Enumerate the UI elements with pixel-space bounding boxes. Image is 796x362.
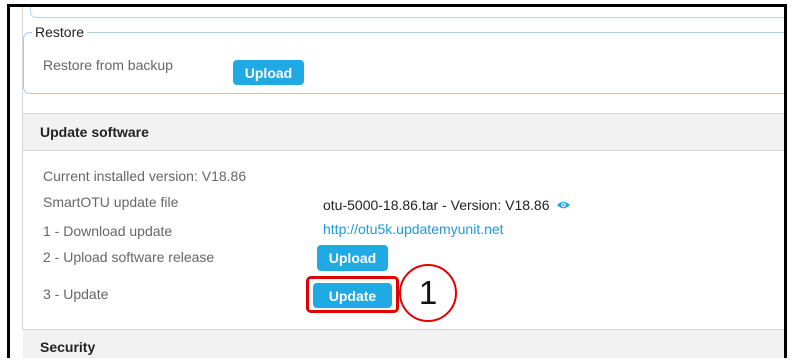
- current-version-text: Current installed version: V18.86: [43, 168, 247, 184]
- update-file-value: otu-5000-18.86.tar - Version: V18.86: [323, 196, 571, 214]
- software-upload-button[interactable]: Upload: [317, 245, 388, 271]
- update-highlight-box: [306, 276, 399, 313]
- upload-software-label: 2 - Upload software release: [43, 249, 215, 265]
- restore-upload-button[interactable]: Upload: [233, 60, 304, 85]
- screenshot-frame: Restore Restore from backup Upload Updat…: [7, 4, 787, 358]
- update-step-label: 3 - Update: [43, 286, 109, 302]
- update-software-title: Update software: [40, 124, 149, 140]
- restore-legend: Restore: [32, 23, 88, 41]
- security-header: Security: [23, 329, 784, 358]
- download-update-link[interactable]: http://otu5k.updatemyunit.net: [323, 220, 504, 238]
- restore-from-backup-label: Restore from backup: [43, 57, 173, 73]
- eye-icon[interactable]: [556, 200, 571, 210]
- security-title: Security: [40, 339, 96, 355]
- update-file-label: SmartOTU update file: [43, 194, 179, 210]
- update-software-header: Update software: [23, 113, 784, 151]
- update-file-name: otu-5000-18.86.tar - Version: V18.86: [323, 197, 550, 213]
- download-update-label: 1 - Download update: [43, 223, 173, 239]
- previous-panel-edge: [30, 7, 784, 18]
- step-callout-badge: 1: [399, 264, 457, 322]
